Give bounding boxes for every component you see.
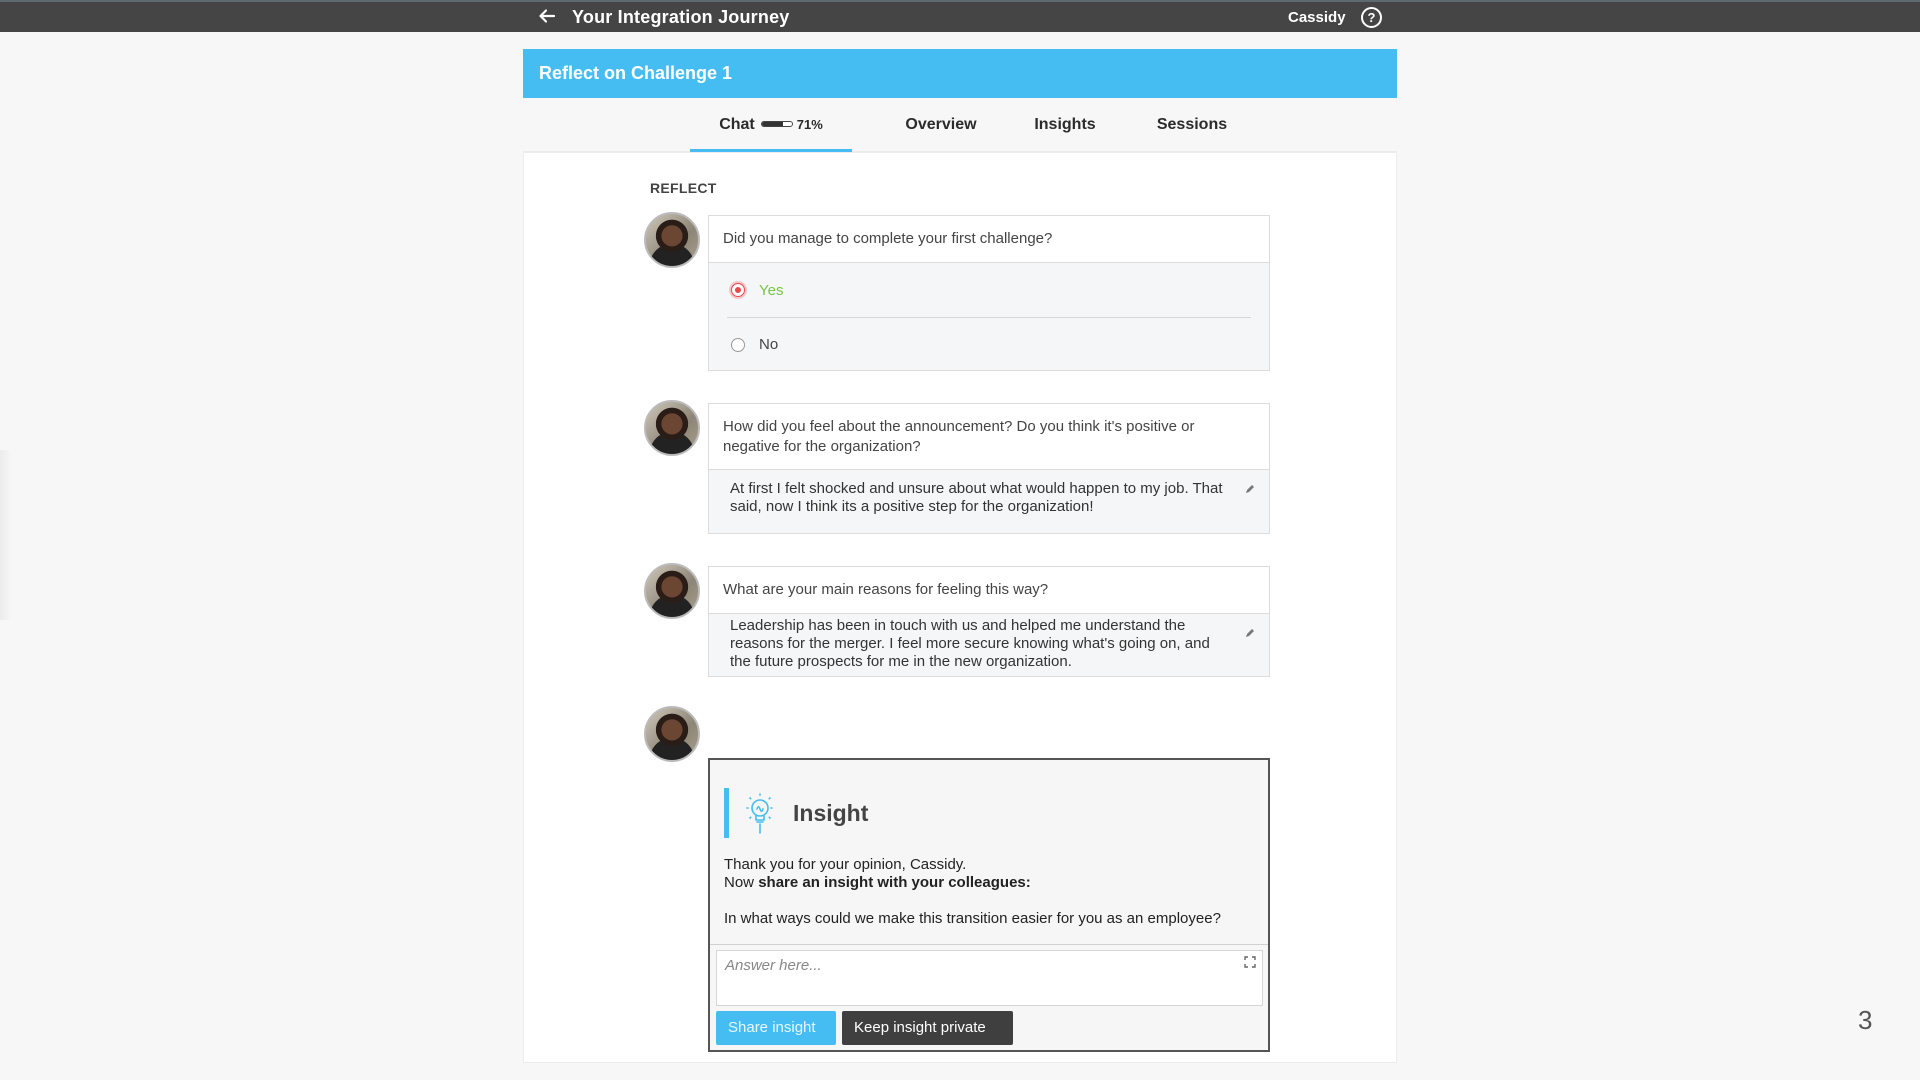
answer-text: At first I felt shocked and unsure about… bbox=[709, 470, 1269, 522]
share-insight-button[interactable]: Share insight bbox=[716, 1011, 836, 1045]
insight-answer-input[interactable]: Answer here... bbox=[716, 950, 1263, 1006]
tab-insights[interactable]: Insights bbox=[1007, 98, 1123, 152]
tab-bar: Chat 71% Overview Insights Sessions bbox=[523, 98, 1397, 152]
question-card-2: How did you feel about the announcement?… bbox=[708, 403, 1270, 534]
arrow-left-icon bbox=[539, 9, 556, 23]
tab-chat-label: Chat bbox=[719, 116, 755, 133]
insight-prompt-bold: share an insight with your colleagues: bbox=[758, 874, 1031, 891]
chat-progress-label: 71% bbox=[796, 117, 823, 132]
answer-text: Leadership has been in touch with us and… bbox=[709, 614, 1269, 677]
question-text: Did you manage to complete your first ch… bbox=[709, 216, 1269, 263]
insight-prompt: Now share an insight with your colleague… bbox=[724, 874, 1228, 892]
avatar bbox=[644, 400, 700, 456]
app-title: Your Integration Journey bbox=[572, 7, 790, 27]
insight-prompt-prefix: Now bbox=[724, 874, 759, 891]
challenge-page: Reflect on Challenge 1 Chat 71% Overview … bbox=[523, 49, 1397, 1063]
answer-body: Leadership has been in touch with us and… bbox=[730, 617, 1210, 670]
lightbulb-icon bbox=[746, 793, 774, 834]
radio-unchecked-icon bbox=[731, 337, 745, 352]
insight-message: Thank you for your opinion, Cassidy. Now… bbox=[724, 856, 1228, 928]
radio-checked-icon bbox=[731, 283, 745, 297]
radio-option-no[interactable]: No bbox=[727, 317, 1251, 371]
chat-progress-fill bbox=[761, 121, 784, 126]
insight-header: Insight bbox=[724, 788, 868, 838]
question-card-1: Did you manage to complete your first ch… bbox=[708, 215, 1270, 371]
answer-body: At first I felt shocked and unsure about… bbox=[730, 480, 1223, 515]
question-card-3: What are your main reasons for feeling t… bbox=[708, 566, 1270, 677]
challenge-title: Reflect on Challenge 1 bbox=[523, 49, 1397, 98]
divider bbox=[710, 944, 1268, 945]
avatar bbox=[644, 706, 700, 762]
pencil-icon[interactable] bbox=[1243, 626, 1257, 640]
tab-sessions[interactable]: Sessions bbox=[1127, 98, 1257, 152]
user-name[interactable]: Cassidy bbox=[1288, 9, 1346, 26]
keep-insight-private-button[interactable]: Keep insight private bbox=[842, 1011, 1013, 1045]
tab-chat[interactable]: Chat 71% bbox=[690, 98, 852, 152]
top-bar: Your Integration Journey Cassidy ? bbox=[0, 0, 1920, 32]
expand-icon[interactable] bbox=[1244, 956, 1256, 968]
question-circle-icon[interactable]: ? bbox=[1361, 7, 1382, 28]
insight-thanks: Thank you for your opinion, Cassidy. bbox=[724, 856, 967, 873]
option-label: No bbox=[759, 336, 779, 353]
avatar bbox=[644, 212, 700, 268]
tab-overview[interactable]: Overview bbox=[879, 98, 1003, 152]
chat-progress-bar bbox=[760, 120, 793, 127]
answer-placeholder: Answer here... bbox=[725, 957, 822, 974]
option-label: Yes bbox=[759, 281, 784, 299]
radio-option-yes[interactable]: Yes bbox=[709, 263, 1269, 317]
back-button[interactable] bbox=[536, 6, 558, 28]
insight-card: Insight Thank you for your opinion, Cass… bbox=[708, 758, 1270, 1052]
question-text: What are your main reasons for feeling t… bbox=[709, 567, 1269, 614]
question-text: How did you feel about the announcement?… bbox=[709, 404, 1269, 470]
section-label: REFLECT bbox=[650, 180, 717, 196]
left-edge-shadow bbox=[0, 450, 12, 620]
chat-panel: REFLECT Did you manage to complete your … bbox=[523, 152, 1397, 1063]
pencil-icon[interactable] bbox=[1243, 482, 1257, 496]
insight-question: In what ways could we make this transiti… bbox=[724, 910, 1221, 927]
page-number: 3 bbox=[1858, 1005, 1873, 1035]
avatar bbox=[644, 563, 700, 619]
insight-title: Insight bbox=[793, 799, 869, 826]
